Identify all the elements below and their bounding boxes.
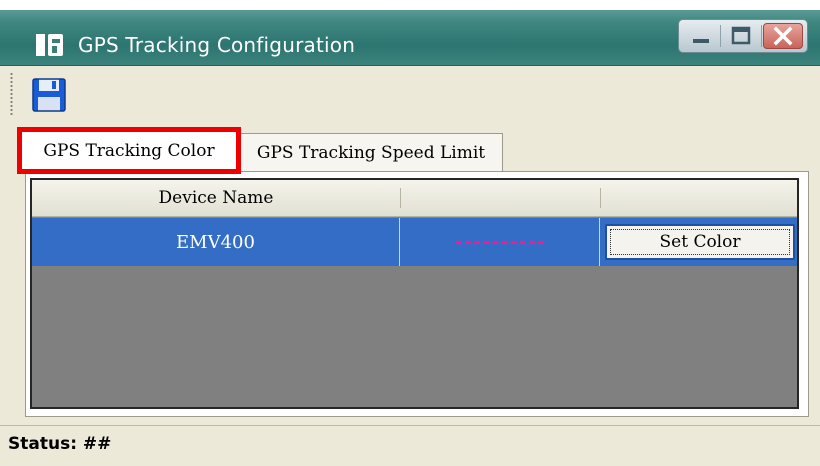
tab-label: GPS Tracking Color (43, 140, 215, 161)
status-value: ## (82, 434, 112, 454)
toolbar-grip[interactable] (10, 72, 13, 116)
window-controls (678, 19, 808, 53)
status-bar (0, 425, 820, 466)
table-row[interactable]: EMV400 Set Color (32, 218, 797, 266)
line-color-cell (400, 218, 600, 266)
device-name-cell: EMV400 (32, 218, 400, 266)
set-color-button[interactable]: Set Color (605, 224, 795, 260)
status-text: Status: ## (8, 434, 111, 454)
tab-label: GPS Tracking Speed Limit (256, 143, 486, 163)
gps-tracking-config-window: GPS Tracking Configuration GPS Tracking … (0, 0, 820, 466)
tab-gps-tracking-speed-limit[interactable]: GPS Tracking Speed Limit (239, 133, 503, 172)
maximize-icon (731, 26, 751, 45)
device-name: EMV400 (176, 231, 255, 253)
close-icon (773, 26, 793, 46)
device-color-grid: Device Name EMV400 Set Color (30, 178, 799, 409)
column-header-action[interactable] (601, 180, 797, 216)
window-title: GPS Tracking Configuration (78, 33, 356, 57)
close-button[interactable] (763, 23, 803, 49)
save-button[interactable] (32, 78, 66, 112)
line-color-preview (455, 240, 544, 244)
title-bar[interactable]: GPS Tracking Configuration (0, 0, 820, 66)
maximize-button[interactable] (723, 23, 759, 49)
status-label: Status: (8, 434, 77, 454)
tab-gps-tracking-color[interactable]: GPS Tracking Color (17, 127, 241, 174)
minimize-button[interactable] (683, 23, 719, 49)
toolbar (0, 66, 820, 122)
column-header-color[interactable] (401, 180, 600, 216)
set-color-label: Set Color (659, 232, 741, 252)
grid-header: Device Name (32, 180, 797, 217)
app-icon (36, 34, 63, 56)
column-header-device-name[interactable]: Device Name (32, 180, 400, 216)
minimize-icon (693, 39, 709, 43)
column-header-label: Device Name (158, 188, 274, 208)
floppy-disk-icon (32, 78, 66, 112)
